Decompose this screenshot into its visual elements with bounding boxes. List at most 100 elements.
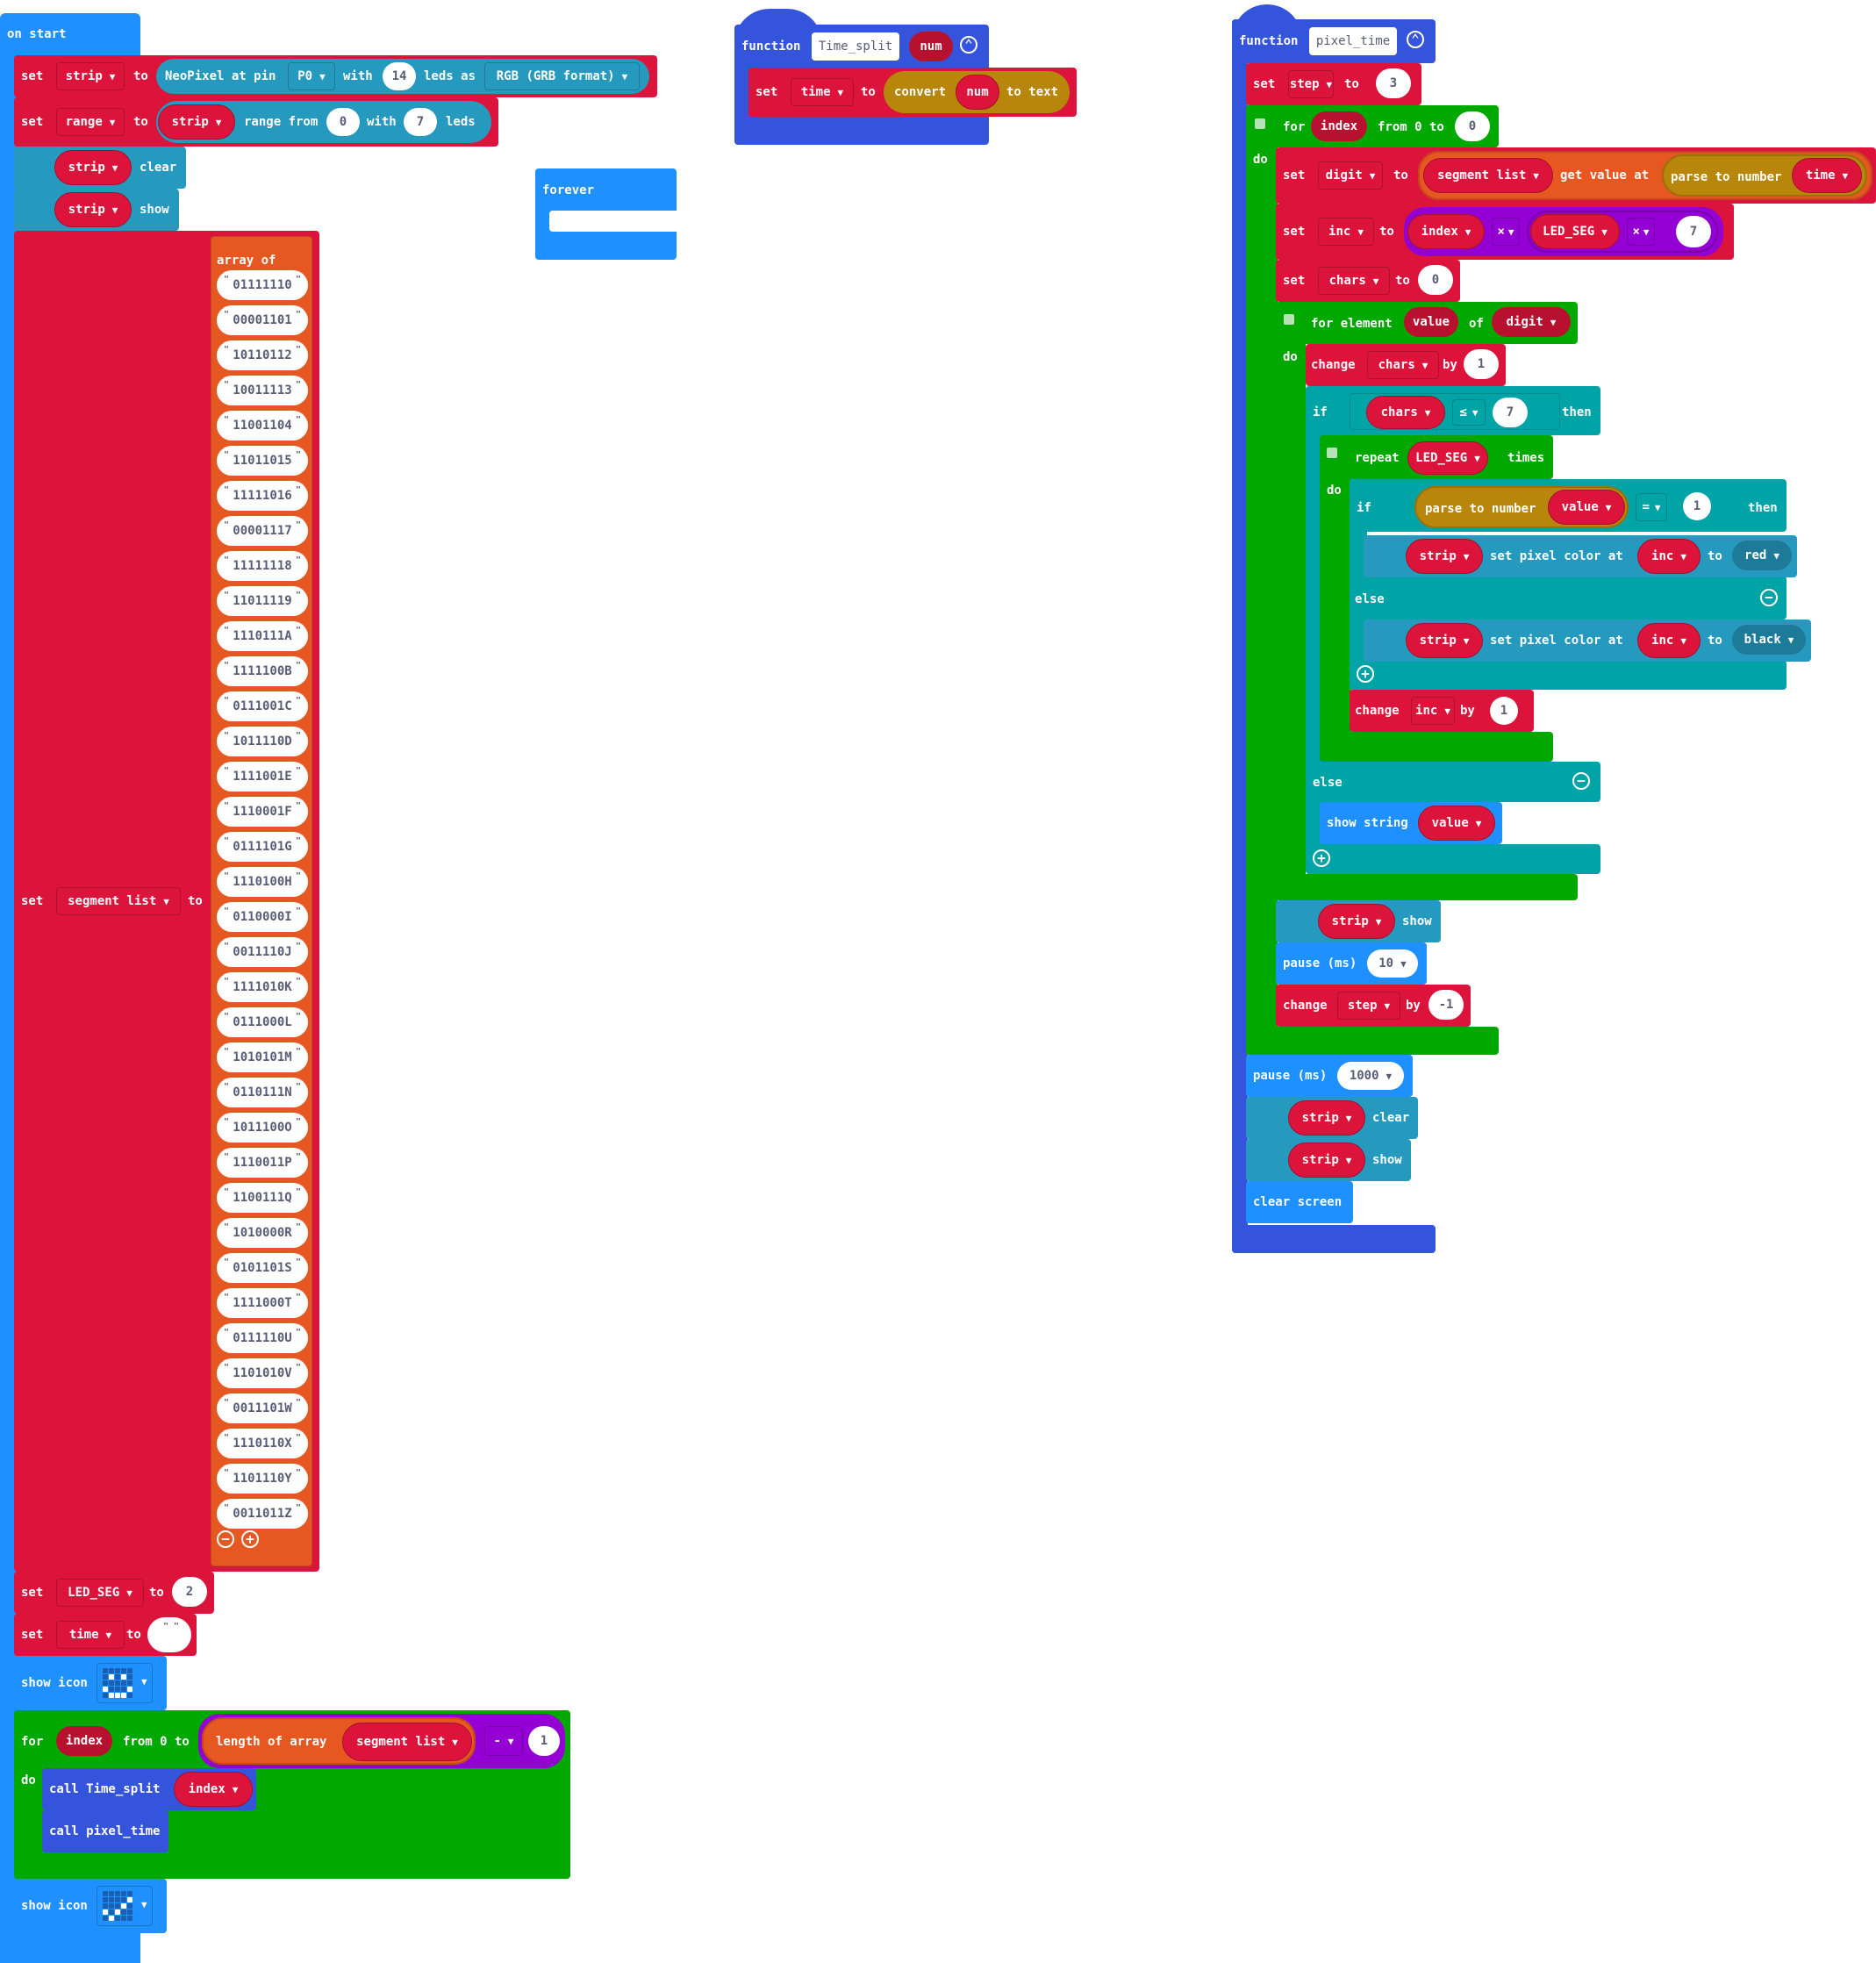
time-variable-dropdown[interactable]: time ▼ [1792, 158, 1862, 193]
strip-clear-block[interactable]: strip ▼ clear [1246, 1097, 1418, 1139]
range-count-input[interactable]: 7 [404, 108, 437, 136]
set-digit-block[interactable]: set digit ▼ to segment list ▼ get value at… [1276, 147, 1876, 204]
loop-end-input[interactable]: 0 [1455, 111, 1490, 141]
collapse-button[interactable]: ⌃ [1407, 31, 1424, 48]
array-of-block[interactable]: array of " 01111110 " " 00001101 " " 10110112 " "… [211, 236, 312, 1566]
strip-variable-dropdown[interactable]: strip ▼ [1288, 1143, 1365, 1178]
array-item-string[interactable]: " 0011101W " [217, 1393, 308, 1423]
strip-show-block[interactable]: strip ▼ show [1246, 1139, 1411, 1181]
time-variable-dropdown[interactable]: time ▼ [791, 78, 854, 106]
array-item-string[interactable]: " 11001104 " [217, 411, 308, 441]
array-item-string[interactable]: " 0111000L " [217, 1007, 308, 1037]
length-of-array-block[interactable]: length of array segment list ▼ [202, 1717, 476, 1765]
index-variable[interactable]: index [1311, 111, 1367, 141]
for-index-loop-block[interactable]: for index from 0 to length of array segm… [14, 1710, 570, 1879]
function-name-input[interactable]: Time_split [812, 32, 899, 61]
chars-variable-dropdown[interactable]: chars ▼ [1366, 396, 1445, 429]
show-icon-block[interactable]: show icon ▼ [14, 1656, 167, 1710]
strip-variable-dropdown[interactable]: strip ▼ [56, 62, 125, 90]
set-segment-list-block[interactable]: set segment list ▼ to array of " 01111110 "… [14, 231, 319, 1572]
array-item-string[interactable]: " 1011100O " [217, 1113, 308, 1143]
set-pixel-red-block[interactable]: strip ▼ set pixel color at inc ▼ to red ▼ [1364, 535, 1797, 577]
array-item-string[interactable]: " 1111001E " [217, 762, 308, 792]
inc-variable-dropdown[interactable]: inc ▼ [1411, 697, 1455, 725]
compare-value-input[interactable]: 1 [1683, 492, 1711, 520]
array-item-string[interactable]: " 10011113 " [217, 376, 308, 405]
step-variable-dropdown[interactable]: step ▼ [1337, 992, 1400, 1020]
comment-icon[interactable] [1327, 448, 1337, 458]
comment-icon[interactable] [1255, 118, 1265, 129]
array-item-string[interactable]: " 1101010V " [217, 1358, 308, 1388]
strip-variable-dropdown[interactable]: strip ▼ [1406, 623, 1483, 658]
chars-variable-dropdown[interactable]: chars ▼ [1367, 351, 1439, 379]
led-seg-variable-dropdown[interactable]: LED_SEG ▼ [56, 1579, 144, 1607]
set-pixel-black-block[interactable]: strip ▼ set pixel color at inc ▼ to black ▼ [1364, 620, 1811, 662]
array-item-string[interactable]: " 0011110J " [217, 937, 308, 967]
array-item-string[interactable]: " 1101110Y " [217, 1464, 308, 1494]
subtract-block[interactable]: length of array segment list ▼ - ▼ 1 [198, 1714, 565, 1768]
array-item-string[interactable]: " 1110110X " [217, 1429, 308, 1458]
pause-duration-dropdown[interactable]: 1000 ▼ [1337, 1062, 1404, 1090]
array-item-string[interactable]: " 1110111A " [217, 621, 308, 651]
compare-value-input[interactable]: 7 [1493, 398, 1528, 427]
array-item-string[interactable]: " 0111110U " [217, 1323, 308, 1353]
led-seg-variable-dropdown[interactable]: LED_SEG ▼ [1407, 441, 1488, 475]
set-range-block[interactable]: set range ▼ to strip ▼ range from 0 with 7… [14, 97, 498, 147]
strip-variable-dropdown[interactable]: strip ▼ [1406, 539, 1483, 574]
pause-duration-dropdown[interactable]: 10 ▼ [1367, 949, 1418, 978]
pause-block[interactable]: pause (ms) 10 ▼ [1276, 942, 1427, 985]
operator-dropdown[interactable]: - ▼ [484, 1726, 523, 1756]
array-item-string[interactable]: " 1111010K " [217, 972, 308, 1002]
time-variable-dropdown[interactable]: time ▼ [56, 1621, 125, 1649]
neopixel-create-block[interactable]: NeoPixel at pin P0 ▼ with 14 leds as RGB … [156, 59, 649, 94]
set-chars-block[interactable]: set chars ▼ to 0 [1276, 260, 1460, 302]
array-item-string[interactable]: " 1110011P " [217, 1148, 308, 1178]
chars-value-input[interactable]: 0 [1418, 265, 1453, 295]
operator-dropdown[interactable]: × ▼ [1627, 218, 1655, 246]
array-item-string[interactable]: " 00001101 " [217, 305, 308, 335]
value-variable[interactable]: value [1404, 307, 1458, 337]
add-item-button[interactable]: + [241, 1530, 259, 1548]
array-item-string[interactable]: " 1110001F " [217, 797, 308, 827]
pin-dropdown[interactable]: P0 ▼ [288, 62, 335, 90]
strip-clear-block[interactable]: strip ▼ clear [14, 147, 186, 189]
parse-to-number-block[interactable]: parse to number value ▼ [1414, 486, 1629, 528]
array-item-string[interactable]: " 00001117 " [217, 516, 308, 546]
array-item-string[interactable]: " 1010000R " [217, 1218, 308, 1248]
pause-block[interactable]: pause (ms) 1000 ▼ [1246, 1055, 1413, 1097]
inner-multiply-block[interactable]: LED_SEG ▼ × ▼ 7 [1527, 211, 1718, 253]
inc-variable-dropdown[interactable]: inc ▼ [1318, 218, 1374, 246]
range-start-input[interactable]: 0 [326, 108, 360, 136]
led-seg-variable-dropdown[interactable]: LED_SEG ▼ [1530, 214, 1620, 249]
comparison-block[interactable]: chars ▼ ≤ ▼ 7 [1350, 393, 1560, 430]
segment-list-variable-dropdown[interactable]: segment list ▼ [56, 887, 181, 915]
array-item-string[interactable]: " 1011110D " [217, 727, 308, 756]
add-else-button[interactable]: + [1313, 849, 1330, 867]
time-string-input[interactable]: " " [147, 1617, 191, 1652]
multiply-block[interactable]: index ▼ × ▼ LED_SEG ▼ × ▼ 7 [1404, 207, 1723, 256]
array-item-string[interactable]: " 1100111Q " [217, 1183, 308, 1213]
operand-input[interactable]: 1 [528, 1726, 560, 1756]
array-item-string[interactable]: " 11011015 " [217, 446, 308, 476]
array-item-string[interactable]: " 0101101S " [217, 1253, 308, 1283]
strip-variable-dropdown[interactable]: strip ▼ [1288, 1100, 1365, 1136]
chars-variable-dropdown[interactable]: chars ▼ [1318, 267, 1390, 295]
strip-show-block[interactable]: strip ▼ show [14, 189, 179, 231]
set-led-seg-block[interactable]: set LED_SEG ▼ to 2 [14, 1572, 214, 1614]
segment-list-variable-dropdown[interactable]: segment list ▼ [1423, 158, 1553, 193]
remove-else-button[interactable]: − [1572, 772, 1590, 790]
get-value-at-block[interactable]: segment list ▼ get value at parse to numb… [1418, 151, 1872, 200]
show-icon-block[interactable]: show icon ▼ [14, 1879, 167, 1933]
change-step-block[interactable]: change step ▼ by -1 [1276, 985, 1471, 1027]
array-item-string[interactable]: " 1110100H " [217, 867, 308, 897]
remove-item-button[interactable]: − [217, 1530, 234, 1548]
array-item-string[interactable]: " 0111001C " [217, 691, 308, 721]
multiplier-input[interactable]: 7 [1676, 216, 1711, 247]
array-item-string[interactable]: " 1010101M " [217, 1042, 308, 1072]
call-pixel-time-block[interactable]: call pixel_time [42, 1810, 168, 1852]
array-item-string[interactable]: " 0111101G " [217, 832, 308, 862]
num-argument[interactable]: num [956, 75, 999, 110]
array-item-string[interactable]: " 0110000I " [217, 902, 308, 932]
array-item-string[interactable]: " 11111016 " [217, 481, 308, 511]
change-inc-block[interactable]: change inc ▼ by 1 [1350, 690, 1534, 732]
